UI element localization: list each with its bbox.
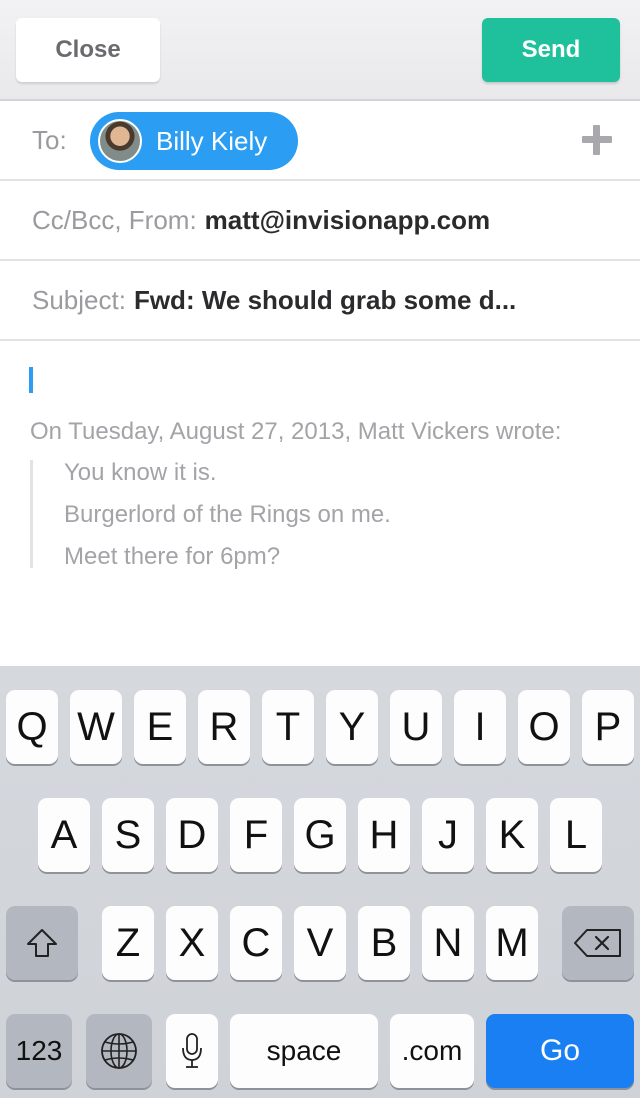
key-r[interactable]: R (198, 690, 250, 764)
globe-key[interactable] (86, 1014, 152, 1088)
dotcom-key[interactable]: .com (390, 1014, 474, 1088)
recipient-name: Billy Kiely (156, 125, 268, 156)
key-o[interactable]: O (518, 690, 570, 764)
dictation-key[interactable] (166, 1014, 218, 1088)
space-key[interactable]: space (230, 1014, 378, 1088)
quote-line: Meet there for 6pm? (64, 543, 281, 570)
key-a[interactable]: A (38, 798, 90, 872)
key-t[interactable]: T (262, 690, 314, 764)
key-k[interactable]: K (486, 798, 538, 872)
numbers-key[interactable]: 123 (6, 1014, 72, 1088)
quote-line: Burgerlord of the Rings on me. (64, 501, 391, 528)
key-q[interactable]: Q (6, 690, 58, 764)
keyboard: Q W E R T Y U I O P A S D F G H J K L Z … (0, 666, 640, 1098)
key-n[interactable]: N (422, 906, 474, 980)
to-field[interactable]: To: Billy Kiely (0, 101, 640, 181)
quote-intro: On Tuesday, August 27, 2013, Matt Vicker… (30, 418, 562, 445)
send-button[interactable]: Send (482, 18, 620, 82)
key-w[interactable]: W (70, 690, 122, 764)
key-b[interactable]: B (358, 906, 410, 980)
key-g[interactable]: G (294, 798, 346, 872)
key-h[interactable]: H (358, 798, 410, 872)
text-cursor (29, 367, 33, 393)
key-c[interactable]: C (230, 906, 282, 980)
cc-label: Cc/Bcc, From: (32, 204, 197, 235)
to-label: To: (32, 124, 67, 155)
globe-icon (101, 1033, 137, 1069)
key-y[interactable]: Y (326, 690, 378, 764)
key-m[interactable]: M (486, 906, 538, 980)
subject-field[interactable]: Subject: Fwd: We should grab some d... (0, 261, 640, 341)
cc-bcc-from-field[interactable]: Cc/Bcc, From: matt@invisionapp.com (0, 181, 640, 261)
key-j[interactable]: J (422, 798, 474, 872)
from-address: matt@invisionapp.com (204, 204, 491, 235)
recipient-chip[interactable]: Billy Kiely (90, 112, 298, 170)
top-bar: Close Send (0, 0, 640, 101)
key-x[interactable]: X (166, 906, 218, 980)
key-d[interactable]: D (166, 798, 218, 872)
key-z[interactable]: Z (102, 906, 154, 980)
avatar (98, 119, 142, 163)
microphone-icon (182, 1033, 202, 1068)
backspace-icon (574, 929, 621, 957)
close-button[interactable]: Close (16, 18, 160, 82)
key-f[interactable]: F (230, 798, 282, 872)
delete-key[interactable] (562, 906, 634, 980)
subject-value: Fwd: We should grab some d... (133, 284, 517, 315)
key-s[interactable]: S (102, 798, 154, 872)
go-key[interactable]: Go (486, 1014, 634, 1088)
shift-key[interactable] (6, 906, 78, 980)
key-p[interactable]: P (582, 690, 634, 764)
shift-icon (27, 929, 57, 957)
subject-label: Subject: (32, 284, 126, 315)
key-u[interactable]: U (390, 690, 442, 764)
key-l[interactable]: L (550, 798, 602, 872)
key-v[interactable]: V (294, 906, 346, 980)
quote-line: You know it is. (64, 459, 217, 486)
quote-bar (30, 460, 33, 568)
add-recipient-icon[interactable] (582, 125, 612, 155)
key-e[interactable]: E (134, 690, 186, 764)
key-i[interactable]: I (454, 690, 506, 764)
